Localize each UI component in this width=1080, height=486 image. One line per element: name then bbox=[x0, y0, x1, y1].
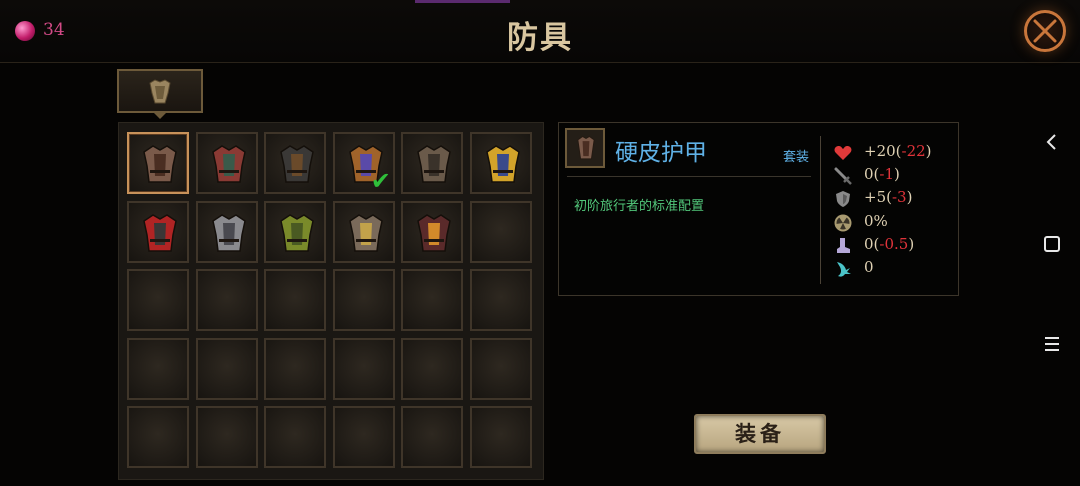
inventory-slot-empty[interactable] bbox=[127, 337, 189, 400]
leather-armor-icon bbox=[577, 135, 595, 160]
back-nav-icon[interactable] bbox=[1040, 130, 1064, 154]
set-label[interactable]: 套装 bbox=[783, 146, 809, 165]
inventory-slot-empty[interactable] bbox=[264, 337, 327, 400]
inventory-slot-empty[interactable] bbox=[195, 406, 258, 468]
inventory-grid: ✔ bbox=[127, 132, 532, 468]
close-button[interactable] bbox=[1024, 10, 1066, 52]
inventory-slot-empty[interactable] bbox=[127, 406, 189, 468]
stat-value: +20(-22) bbox=[864, 142, 932, 160]
stat-value: 0(-0.5) bbox=[864, 235, 915, 253]
tab-indicator-arrow bbox=[152, 111, 168, 119]
inventory-slot-item[interactable] bbox=[332, 200, 395, 263]
inventory-slot-empty[interactable] bbox=[469, 200, 532, 263]
page-title: 防具 bbox=[507, 20, 573, 56]
armor-item-icon bbox=[348, 213, 383, 252]
menu-nav-icon[interactable] bbox=[1040, 332, 1064, 356]
armor-item-icon bbox=[211, 213, 246, 252]
radiation-icon bbox=[834, 214, 852, 232]
item-thumbnail bbox=[565, 128, 605, 168]
shield-icon bbox=[836, 191, 850, 207]
inventory-slot-item[interactable] bbox=[127, 200, 189, 263]
stats-divider bbox=[820, 136, 821, 284]
close-icon bbox=[1033, 19, 1057, 43]
name-divider bbox=[567, 176, 811, 177]
claw-icon bbox=[837, 262, 851, 277]
equipped-check-icon: ✔ bbox=[370, 167, 391, 195]
sword-icon bbox=[834, 167, 852, 185]
inventory-slot-empty[interactable] bbox=[195, 269, 258, 331]
inventory-slot-empty[interactable] bbox=[332, 337, 395, 400]
stat-value: 0(-1) bbox=[864, 165, 900, 183]
item-detail-panel: 硬皮护甲 套装 初阶旅行者的标准配置 +20(-22) 0(-1) +5(-3)… bbox=[558, 122, 959, 296]
item-name: 硬皮护甲 bbox=[615, 140, 707, 166]
inventory-slot-empty[interactable] bbox=[127, 269, 189, 331]
inventory-slot-item[interactable] bbox=[264, 200, 327, 263]
armor-item-icon bbox=[486, 145, 520, 183]
boot-icon bbox=[837, 238, 850, 253]
armor-item-icon bbox=[417, 213, 452, 252]
inventory-slot-empty[interactable] bbox=[332, 269, 395, 331]
top-bar: 34 防具 bbox=[0, 0, 1080, 63]
stat-value: +5(-3) bbox=[864, 188, 913, 206]
armor-item-icon bbox=[280, 213, 315, 252]
home-nav-icon[interactable] bbox=[1040, 232, 1064, 256]
inventory-slot-empty[interactable] bbox=[469, 269, 532, 331]
inventory-slot-empty[interactable] bbox=[469, 406, 532, 468]
inventory-slot-empty[interactable] bbox=[401, 337, 464, 400]
inventory-slot-item[interactable] bbox=[195, 132, 258, 194]
tab-armor[interactable] bbox=[117, 69, 203, 113]
armor-item-icon bbox=[143, 145, 177, 183]
inventory-slot-empty[interactable] bbox=[332, 406, 395, 468]
inventory-slot-empty[interactable] bbox=[264, 269, 327, 331]
stat-value: 0% bbox=[864, 212, 888, 230]
inventory-slot-empty[interactable] bbox=[469, 337, 532, 400]
stat-value: 0 bbox=[864, 258, 874, 276]
item-description: 初阶旅行者的标准配置 bbox=[574, 199, 705, 214]
inventory-slot-item[interactable] bbox=[401, 200, 464, 263]
inventory-slot-empty[interactable] bbox=[401, 406, 464, 468]
armor-item-icon bbox=[143, 213, 177, 252]
inventory-slot-empty[interactable] bbox=[401, 269, 464, 331]
inventory-slot-item[interactable] bbox=[469, 132, 532, 194]
armor-item-icon bbox=[211, 145, 246, 183]
inventory-slot-item[interactable] bbox=[127, 132, 189, 194]
top-glow-accent bbox=[415, 0, 510, 3]
inventory-slot-item[interactable] bbox=[195, 200, 258, 263]
inventory-slot-item[interactable] bbox=[264, 132, 327, 194]
armor-category-icon bbox=[149, 79, 171, 104]
inventory-panel: ✔ bbox=[118, 122, 544, 480]
equip-button[interactable]: 装备 bbox=[694, 414, 826, 454]
inventory-slot-item[interactable]: ✔ bbox=[332, 132, 395, 195]
armor-item-icon bbox=[280, 145, 315, 183]
inventory-slot-item[interactable] bbox=[401, 132, 464, 194]
armor-item-icon bbox=[417, 145, 452, 183]
inventory-slot-empty[interactable] bbox=[195, 337, 258, 400]
heart-icon bbox=[834, 146, 852, 160]
inventory-slot-empty[interactable] bbox=[264, 406, 327, 468]
